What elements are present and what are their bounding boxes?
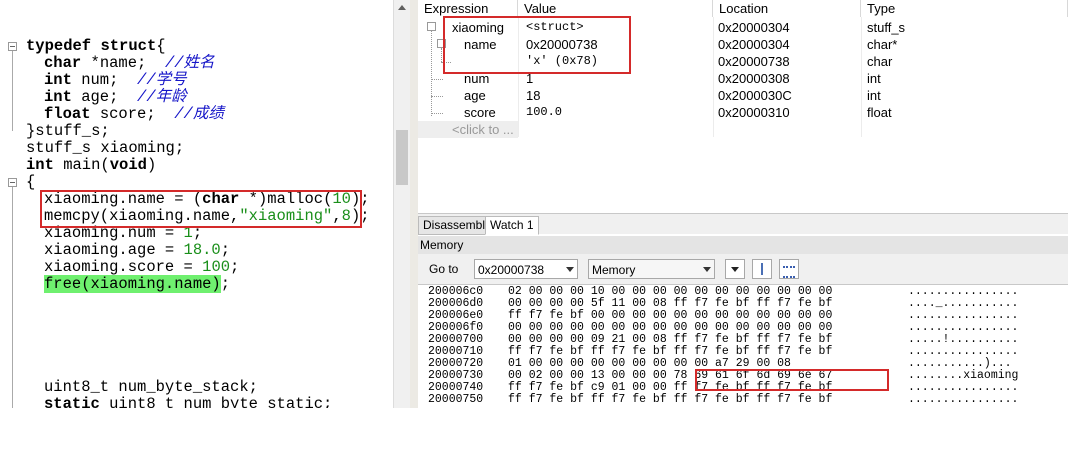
- editor-scrollbar[interactable]: [393, 0, 410, 408]
- address-value: 0x20000738: [478, 263, 545, 277]
- columns-icon: [783, 266, 795, 278]
- watch-row[interactable]: score 100.0 0x20000310 float: [418, 104, 1068, 121]
- code-line-free: free(xiaoming.name);: [44, 275, 231, 293]
- memory-toolbar: Go to 0x20000738 Memory: [418, 254, 1068, 284]
- code-line-field-name: char *name; //姓名: [44, 54, 215, 72]
- chevron-down-icon: [703, 267, 711, 272]
- code-line-score-assign: xiaoming.score = 100;: [44, 258, 240, 276]
- code-line-field-score: float score; //成绩: [44, 105, 224, 123]
- view-mode-value: Memory: [592, 263, 636, 277]
- pane-splitter[interactable]: [410, 0, 418, 408]
- column-icon: [761, 263, 763, 275]
- watch-highlight-box: [443, 16, 631, 74]
- scroll-up-icon[interactable]: [398, 5, 406, 10]
- col-header-location[interactable]: Location: [713, 0, 861, 17]
- watch-row[interactable]: age 18 0x2000030C int: [418, 87, 1068, 104]
- address-combo[interactable]: 0x20000738: [474, 259, 578, 279]
- current-line-highlight: free(xiaoming.name): [44, 275, 221, 293]
- memory-highlight-box: [695, 369, 889, 391]
- memory-view[interactable]: 200006c0 02 00 00 00 10 00 00 00 00 00 0…: [418, 284, 1068, 409]
- code-highlight-box: [40, 190, 362, 228]
- col-header-expression[interactable]: Expression: [418, 0, 518, 17]
- code-line-u8-static: static uint8_t num_byte_static;: [44, 395, 333, 409]
- col-header-type[interactable]: Type: [861, 0, 1068, 17]
- code-line-field-num: int num; //学号: [44, 71, 187, 89]
- single-column-button[interactable]: [752, 259, 772, 279]
- memory-row: 20000750 ff f7 fe bf ff f7 fe bf ff f7 f…: [428, 393, 1019, 406]
- watch-window[interactable]: Expression Value Location Type xiaoming …: [418, 0, 1068, 213]
- scrollbar-thumb[interactable]: [396, 130, 408, 185]
- debug-tabs: Disassembly Watch 1: [418, 213, 1068, 235]
- code-line-age-assign: xiaoming.age = 18.0;: [44, 241, 231, 259]
- chevron-down-icon: [731, 267, 739, 272]
- col-header-value[interactable]: Value: [518, 0, 713, 17]
- code-line-open-brace: {: [26, 173, 36, 191]
- code-line-field-age: int age; //年龄: [44, 88, 187, 106]
- code-line-var-decl: stuff_s xiaoming;: [26, 139, 185, 157]
- source-editor[interactable]: typedef struct{ char *name; //姓名 int num…: [0, 0, 410, 408]
- memory-title: Memory: [418, 236, 1068, 254]
- code-line-typedef: typedef struct{: [26, 37, 166, 55]
- code-line-close-struct: }stuff_s;: [26, 122, 110, 140]
- tab-watch-1[interactable]: Watch 1: [485, 216, 539, 235]
- goto-label: Go to: [429, 262, 459, 276]
- chevron-down-icon: [566, 267, 574, 272]
- code-area[interactable]: typedef struct{ char *name; //姓名 int num…: [0, 0, 392, 409]
- view-mode-select[interactable]: Memory: [588, 259, 715, 279]
- auto-columns-button[interactable]: [779, 259, 799, 279]
- code-line-main: int main(void): [26, 156, 157, 174]
- dropdown-button[interactable]: [725, 259, 745, 279]
- add-watch-row[interactable]: <click to ...: [418, 121, 518, 138]
- code-line-u8-stack: uint8_t num_byte_stack;: [44, 378, 258, 396]
